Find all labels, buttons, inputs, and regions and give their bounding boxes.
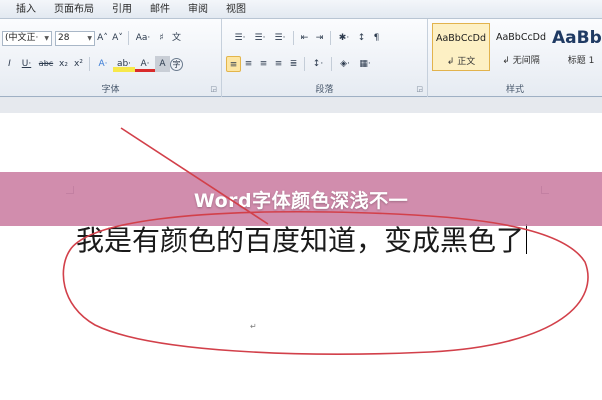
annotation-ellipse xyxy=(62,210,589,355)
annotation-arrow-line xyxy=(120,127,269,225)
annotation-overlay xyxy=(62,127,589,355)
